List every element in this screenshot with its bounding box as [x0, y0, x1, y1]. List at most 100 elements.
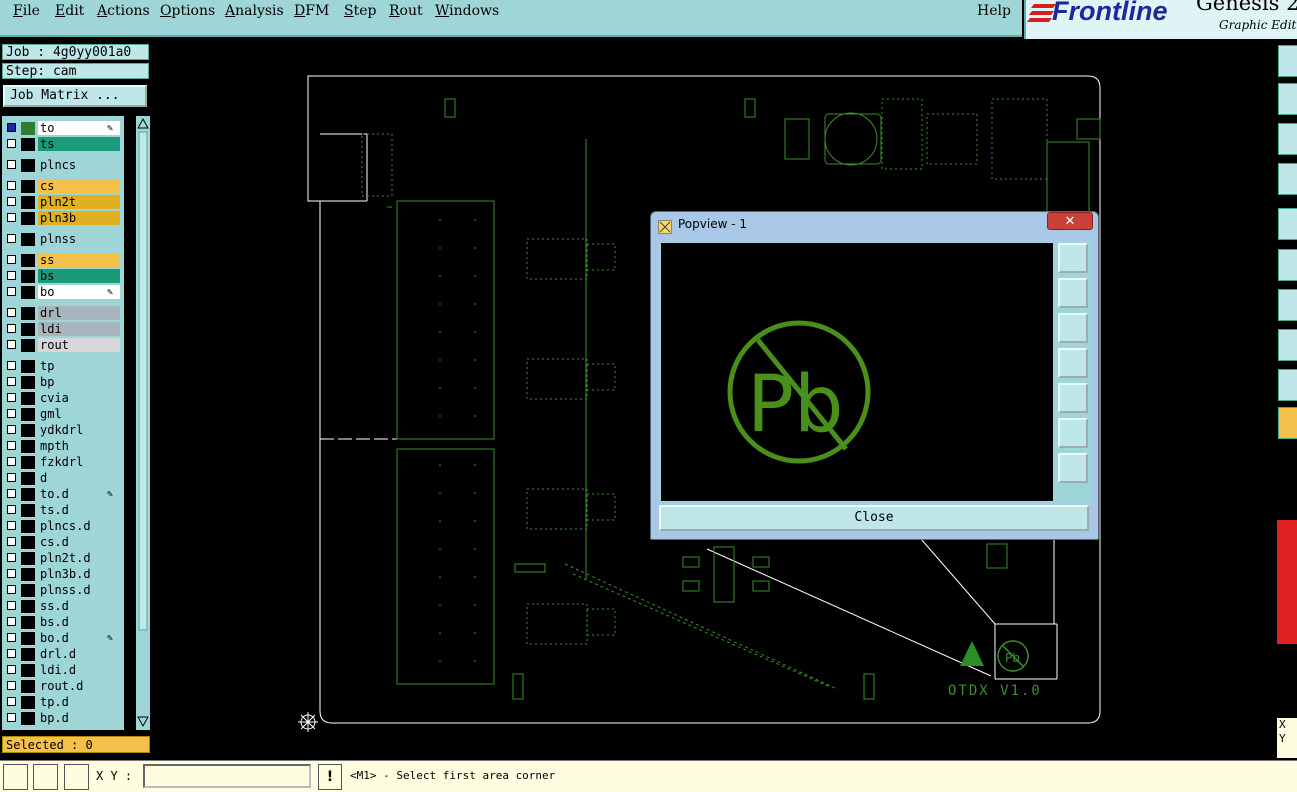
layer-row[interactable]: ydkdrl — [2, 423, 124, 438]
zoom-fit-icon[interactable] — [1058, 243, 1088, 273]
tool-button-2[interactable] — [1278, 83, 1297, 115]
xy-input[interactable] — [143, 764, 311, 788]
layer-row[interactable]: pln2t.d — [2, 551, 124, 566]
popview-canvas[interactable]: Pb — [659, 241, 1055, 503]
layer-row[interactable]: ss — [2, 253, 124, 268]
layer-name[interactable]: cvia — [38, 391, 120, 405]
menu-dfm[interactable]: DFM — [294, 3, 329, 19]
warning-button[interactable]: ! — [318, 764, 342, 790]
pan-down-icon[interactable] — [1058, 313, 1088, 343]
layer-checkbox[interactable] — [7, 553, 16, 562]
layer-checkbox[interactable] — [7, 617, 16, 626]
zoom-out-icon[interactable] — [1058, 453, 1088, 483]
layer-name[interactable]: tp.d — [38, 695, 120, 709]
area-select-icon[interactable] — [3, 764, 28, 790]
layer-checkbox[interactable] — [7, 181, 16, 190]
angle-icon[interactable] — [33, 764, 58, 790]
layer-row[interactable]: plnss — [2, 232, 124, 247]
layer-checkbox[interactable] — [7, 569, 16, 578]
layer-row[interactable]: ss.d — [2, 599, 124, 614]
layer-checkbox[interactable] — [7, 308, 16, 317]
layer-checkbox[interactable] — [7, 123, 16, 132]
job-matrix-button[interactable]: Job Matrix ... — [3, 85, 147, 107]
tool-button-1[interactable] — [1278, 45, 1297, 77]
layer-checkbox[interactable] — [7, 697, 16, 706]
layer-checkbox[interactable] — [7, 633, 16, 642]
layer-checkbox[interactable] — [7, 521, 16, 530]
layer-row[interactable]: drl.d — [2, 647, 124, 662]
layer-row[interactable]: bo.d ✎ — [2, 631, 124, 646]
layer-row[interactable]: gml — [2, 407, 124, 422]
layer-row[interactable]: ldi.d — [2, 663, 124, 678]
menu-actions[interactable]: Actions — [97, 3, 150, 19]
layer-row[interactable]: bp — [2, 375, 124, 390]
layer-row[interactable]: rout.d — [2, 679, 124, 694]
layer-row[interactable]: pln3b.d — [2, 567, 124, 582]
layer-row[interactable]: bs.d — [2, 615, 124, 630]
layer-name[interactable]: plncs — [38, 158, 120, 172]
window-close-button[interactable]: ✕ — [1047, 212, 1093, 230]
layer-name[interactable]: to.d ✎ — [38, 487, 120, 501]
menu-options[interactable]: Options — [160, 3, 215, 19]
menu-step[interactable]: Step — [344, 3, 376, 19]
layer-checkbox[interactable] — [7, 340, 16, 349]
layer-name[interactable]: cs.d — [38, 535, 120, 549]
layer-checkbox[interactable] — [7, 649, 16, 658]
layer-name[interactable]: ldi — [38, 322, 120, 336]
tool-button-6[interactable] — [1278, 249, 1297, 281]
layer-name[interactable]: pln2t — [38, 195, 120, 209]
layer-checkbox[interactable] — [7, 377, 16, 386]
tool-button-5[interactable] — [1278, 208, 1297, 240]
layer-row[interactable]: pln3b — [2, 211, 124, 226]
layer-name[interactable]: bo.d ✎ — [38, 631, 120, 645]
layer-checkbox[interactable] — [7, 457, 16, 466]
menu-file[interactable]: File — [13, 3, 40, 19]
layer-name[interactable]: ydkdrl — [38, 423, 120, 437]
layer-checkbox[interactable] — [7, 681, 16, 690]
layer-checkbox[interactable] — [7, 160, 16, 169]
layer-name[interactable]: fzkdrl — [38, 455, 120, 469]
layer-checkbox[interactable] — [7, 537, 16, 546]
layer-row[interactable]: d — [2, 471, 124, 486]
grid-icon[interactable] — [64, 764, 89, 790]
menu-rout[interactable]: Rout — [389, 3, 423, 19]
layer-name[interactable]: ldi.d — [38, 663, 120, 677]
tool-button-7[interactable] — [1278, 289, 1297, 321]
layer-checkbox[interactable] — [7, 505, 16, 514]
layer-name[interactable]: ts.d — [38, 503, 120, 517]
layer-name[interactable]: plnss.d — [38, 583, 120, 597]
layer-checkbox[interactable] — [7, 489, 16, 498]
layer-name[interactable]: bo ✎ — [38, 285, 120, 299]
layer-name[interactable]: rout — [38, 338, 120, 352]
layer-name[interactable]: ss — [38, 253, 120, 267]
layer-name[interactable]: pln3b — [38, 211, 120, 225]
layer-row[interactable]: plnss.d — [2, 583, 124, 598]
layer-row[interactable]: bp.d — [2, 711, 124, 726]
layer-checkbox[interactable] — [7, 197, 16, 206]
layer-checkbox[interactable] — [7, 665, 16, 674]
layer-name[interactable]: pln3b.d — [38, 567, 120, 581]
layer-name[interactable]: plnss — [38, 232, 120, 246]
layer-row[interactable]: ldi — [2, 322, 124, 337]
layer-checkbox[interactable] — [7, 393, 16, 402]
zoom-in-icon[interactable] — [1058, 418, 1088, 448]
layer-name[interactable]: rout.d — [38, 679, 120, 693]
layer-row[interactable]: ts.d — [2, 503, 124, 518]
layer-name[interactable]: bs — [38, 269, 120, 283]
layer-name[interactable]: ss.d — [38, 599, 120, 613]
pan-up-icon[interactable] — [1058, 278, 1088, 308]
layer-name[interactable]: to ✎ — [38, 121, 120, 135]
layer-checkbox[interactable] — [7, 441, 16, 450]
layer-name[interactable]: d — [38, 471, 120, 485]
tool-button-10[interactable] — [1278, 407, 1297, 439]
layer-row[interactable]: pln2t — [2, 195, 124, 210]
layer-row[interactable]: fzkdrl — [2, 455, 124, 470]
layer-checkbox[interactable] — [7, 139, 16, 148]
layer-name[interactable]: bp.d — [38, 711, 120, 725]
menu-windows[interactable]: Windows — [435, 3, 499, 19]
layer-checkbox[interactable] — [7, 213, 16, 222]
layer-name[interactable]: pln2t.d — [38, 551, 120, 565]
layer-name[interactable]: gml — [38, 407, 120, 421]
layer-name[interactable]: bs.d — [38, 615, 120, 629]
layer-checkbox[interactable] — [7, 425, 16, 434]
